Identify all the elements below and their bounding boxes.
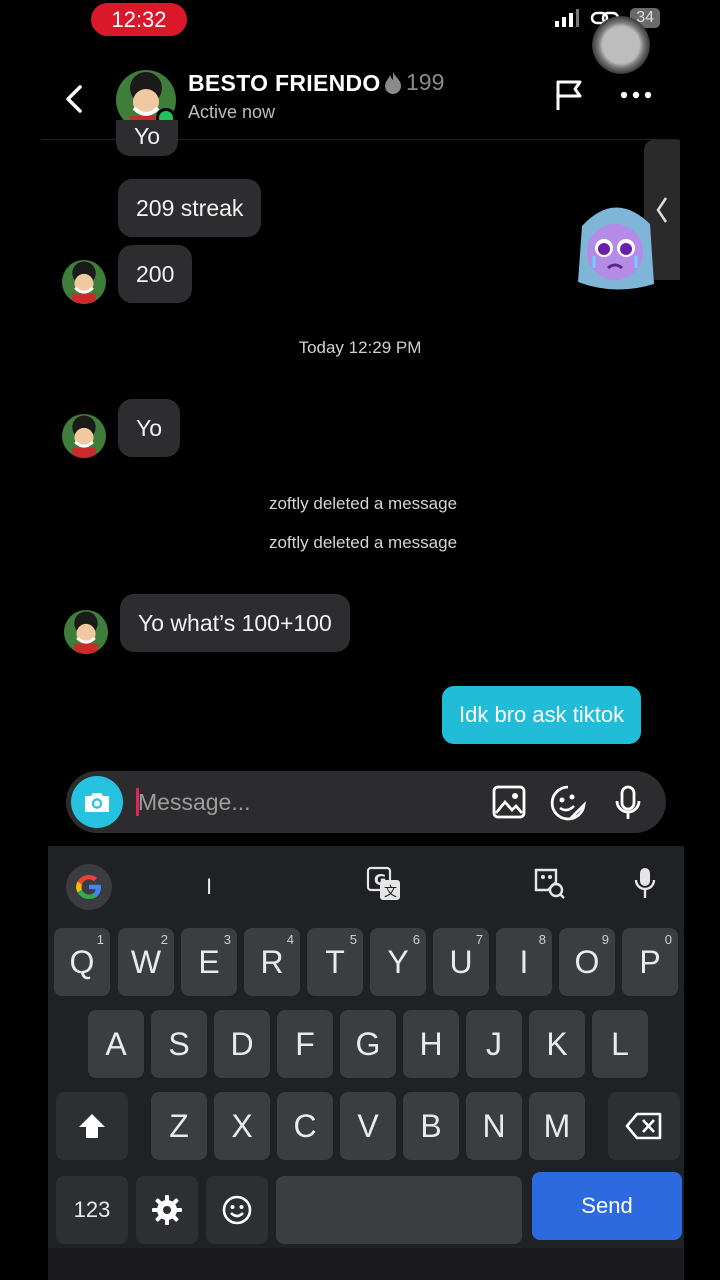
sender-avatar[interactable] bbox=[62, 260, 106, 304]
sticker-search-icon bbox=[534, 868, 565, 899]
shift-icon bbox=[79, 1114, 105, 1138]
message-text: 209 streak bbox=[136, 194, 244, 221]
keyboard: I G 文 Q1 W2 E3 R 4 T 5 Y 6 U 7 I 8 O 9 P… bbox=[48, 846, 684, 1280]
key-v[interactable]: V bbox=[340, 1092, 396, 1160]
emoji-icon bbox=[550, 785, 586, 821]
message-text: Idk bro ask tiktok bbox=[459, 702, 625, 727]
message-composer bbox=[66, 771, 666, 833]
flame-icon bbox=[385, 71, 401, 94]
sender-avatar[interactable] bbox=[64, 610, 108, 654]
system-message: zoftly deleted a message bbox=[268, 533, 458, 552]
key-a[interactable]: A bbox=[88, 1010, 144, 1078]
streak-count: 199 bbox=[406, 69, 445, 95]
signal-icon bbox=[555, 9, 580, 27]
gear-icon bbox=[152, 1195, 182, 1225]
key-z[interactable]: Z bbox=[151, 1092, 207, 1160]
keyboard-bottom-bar bbox=[48, 1248, 684, 1280]
flag-icon bbox=[556, 80, 582, 110]
more-options-button[interactable] bbox=[620, 74, 652, 108]
microphone-icon bbox=[634, 868, 656, 898]
timestamp-separator: Today 12:29 PM bbox=[298, 338, 422, 357]
more-icon bbox=[620, 91, 652, 99]
key-p[interactable]: P0 bbox=[622, 928, 678, 996]
key-x[interactable]: X bbox=[214, 1092, 270, 1160]
back-button[interactable] bbox=[62, 82, 86, 125]
key-g[interactable]: G bbox=[340, 1010, 396, 1078]
key-d[interactable]: D bbox=[214, 1010, 270, 1078]
status-time: 12:32 bbox=[91, 3, 187, 36]
svg-text:文: 文 bbox=[384, 885, 397, 900]
emoji-key[interactable] bbox=[206, 1176, 268, 1244]
microphone-icon bbox=[615, 785, 641, 819]
key-u[interactable]: U7 bbox=[433, 928, 489, 996]
key-i[interactable]: I8 bbox=[496, 928, 552, 996]
key-r[interactable]: R4 bbox=[244, 928, 300, 996]
key-h[interactable]: H bbox=[403, 1010, 459, 1078]
message-input[interactable] bbox=[138, 785, 468, 819]
key-t[interactable]: T5 bbox=[307, 928, 363, 996]
voice-typing-button[interactable] bbox=[634, 866, 656, 905]
backspace-key[interactable] bbox=[608, 1092, 680, 1160]
sticker-button[interactable] bbox=[550, 785, 586, 826]
key-n[interactable]: N bbox=[466, 1092, 522, 1160]
camera-icon bbox=[85, 793, 109, 812]
message-text: Yo bbox=[136, 414, 163, 441]
message-text: Yo what’s 100+100 bbox=[138, 609, 332, 636]
system-message: zoftly deleted a message bbox=[268, 494, 458, 513]
clip-line bbox=[0, 140, 720, 141]
key-j[interactable]: J bbox=[466, 1010, 522, 1078]
report-button[interactable] bbox=[554, 78, 586, 117]
message-bubble-outgoing[interactable]: Idk bro ask tiktok bbox=[442, 686, 642, 744]
key-f[interactable]: F bbox=[277, 1010, 333, 1078]
key-s[interactable]: S bbox=[151, 1010, 207, 1078]
message-bubble[interactable]: 200 bbox=[118, 245, 193, 303]
message-bubble[interactable]: 209 streak bbox=[118, 179, 262, 237]
backspace-icon bbox=[625, 1112, 662, 1140]
translate-icon: G 文 bbox=[366, 866, 400, 900]
key-e[interactable]: E3 bbox=[181, 928, 237, 996]
sender-avatar[interactable] bbox=[62, 414, 106, 458]
camera-button[interactable] bbox=[71, 776, 123, 828]
message-bubble[interactable]: Yo what’s 100+100 bbox=[120, 594, 350, 652]
gif-sticker-button[interactable] bbox=[532, 866, 566, 905]
key-o[interactable]: O9 bbox=[559, 928, 615, 996]
emoji-icon bbox=[222, 1195, 252, 1225]
message-bubble[interactable]: Yo bbox=[118, 399, 181, 457]
streak-badge: 199 bbox=[384, 69, 444, 96]
key-m[interactable]: M bbox=[529, 1092, 585, 1160]
key-l[interactable]: L bbox=[592, 1010, 648, 1078]
image-icon bbox=[492, 785, 526, 819]
space-key[interactable] bbox=[276, 1176, 522, 1244]
key-y[interactable]: Y6 bbox=[370, 928, 426, 996]
numbers-key[interactable]: 123 bbox=[56, 1176, 128, 1244]
key-q[interactable]: Q1 bbox=[54, 928, 110, 996]
key-c[interactable]: C bbox=[277, 1092, 333, 1160]
keyboard-toolbar: I G 文 bbox=[48, 846, 684, 928]
gallery-button[interactable] bbox=[492, 785, 526, 824]
message-text: 200 bbox=[136, 260, 175, 287]
key-k[interactable]: K bbox=[529, 1010, 585, 1078]
send-key[interactable]: Send bbox=[532, 1172, 682, 1240]
chat-header: BESTO FRIENDO 199 Active now bbox=[0, 60, 720, 140]
chevron-left-icon bbox=[66, 85, 82, 113]
key-w[interactable]: W2 bbox=[118, 928, 174, 996]
suggestion-chip[interactable]: I bbox=[206, 874, 212, 900]
google-logo-icon[interactable] bbox=[66, 864, 112, 910]
message-text: Yo bbox=[134, 123, 161, 149]
active-status: Active now bbox=[188, 102, 276, 122]
contact-name[interactable]: BESTO FRIENDO bbox=[188, 70, 381, 97]
settings-key[interactable] bbox=[136, 1176, 198, 1244]
message-bubble-partial[interactable]: Yo bbox=[116, 120, 179, 156]
sticker-image[interactable] bbox=[572, 196, 658, 294]
shift-key[interactable] bbox=[56, 1092, 128, 1160]
voice-message-button[interactable] bbox=[614, 785, 642, 826]
key-b[interactable]: B bbox=[403, 1092, 459, 1160]
translate-button[interactable]: G 文 bbox=[366, 866, 402, 907]
